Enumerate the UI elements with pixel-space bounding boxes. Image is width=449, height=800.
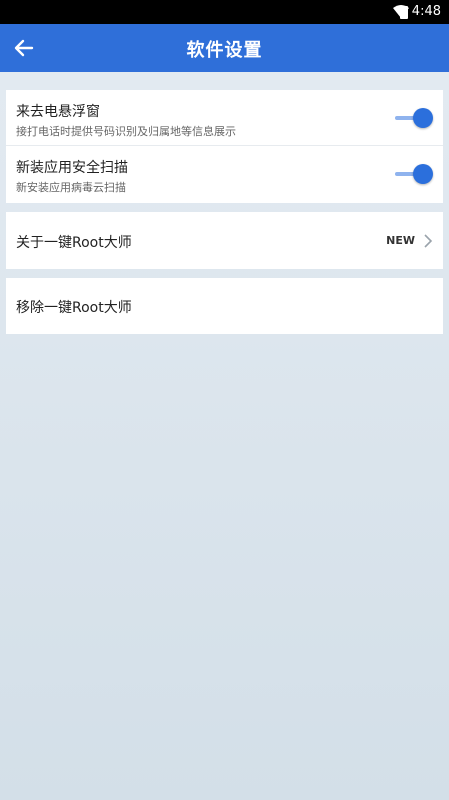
chevron-right-icon xyxy=(424,234,433,248)
toggle-settings-card: 来去电悬浮窗 接打电话时提供号码识别及归属地等信息展示 新装应用安全扫描 新安装… xyxy=(6,90,443,203)
floating-window-setting[interactable]: 来去电悬浮窗 接打电话时提供号码识别及归属地等信息展示 xyxy=(6,90,443,146)
floating-window-title: 来去电悬浮窗 xyxy=(16,104,100,120)
remove-row[interactable]: 移除一键Root大师 xyxy=(6,278,443,334)
install-scan-setting[interactable]: 新装应用安全扫描 新安装应用病毒云扫描 xyxy=(6,146,443,203)
page-title: 软件设置 xyxy=(186,40,263,61)
toggle-knob xyxy=(413,108,433,128)
status-bar: 4:48 xyxy=(0,0,449,24)
about-title: 关于一键Root大师 xyxy=(16,235,132,251)
status-time: 4:48 xyxy=(411,4,441,19)
floating-window-subtitle: 接打电话时提供号码识别及归属地等信息展示 xyxy=(16,125,236,138)
battery-icon xyxy=(400,6,408,19)
new-badge: NEW xyxy=(386,234,415,247)
about-row[interactable]: 关于一键Root大师 NEW xyxy=(6,212,443,269)
install-scan-toggle[interactable] xyxy=(395,163,433,185)
floating-window-toggle[interactable] xyxy=(395,107,433,129)
app-bar: 软件设置 xyxy=(0,24,449,72)
remove-title: 移除一键Root大师 xyxy=(16,300,132,316)
toggle-knob xyxy=(413,164,433,184)
install-scan-subtitle: 新安装应用病毒云扫描 xyxy=(16,181,126,194)
install-scan-title: 新装应用安全扫描 xyxy=(16,160,128,176)
